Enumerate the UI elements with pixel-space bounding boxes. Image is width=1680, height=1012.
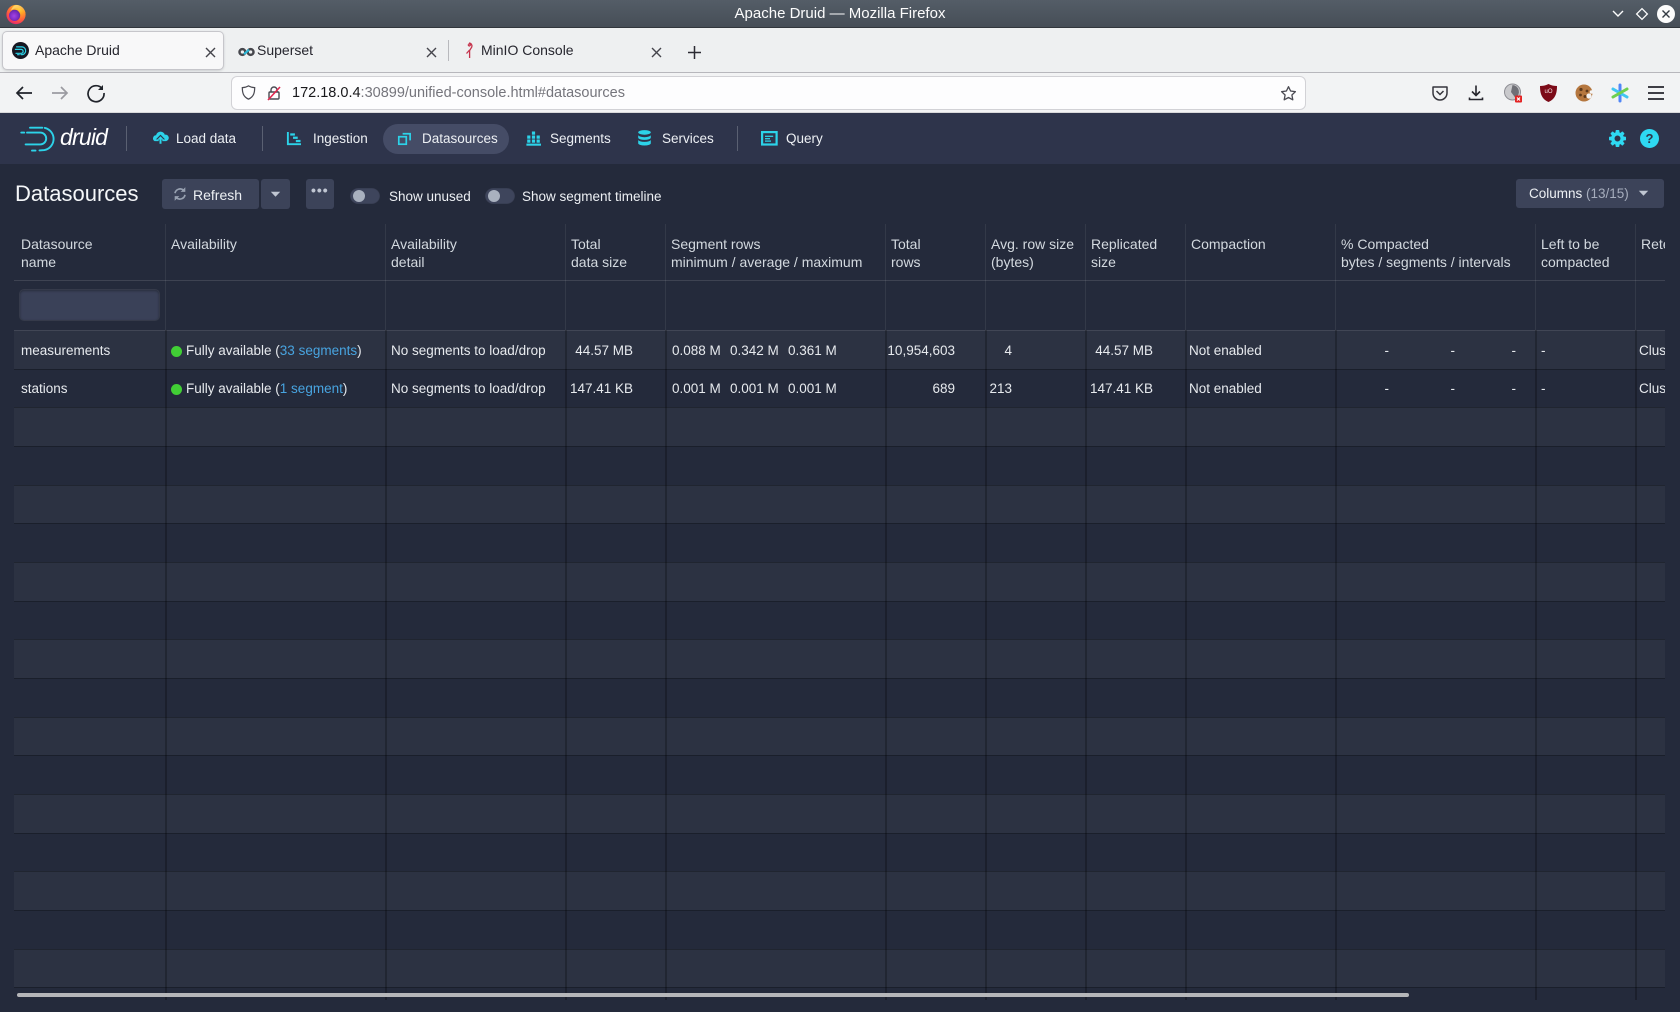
svg-text:uO: uO <box>1544 89 1552 95</box>
svg-text:?: ? <box>1646 131 1654 146</box>
